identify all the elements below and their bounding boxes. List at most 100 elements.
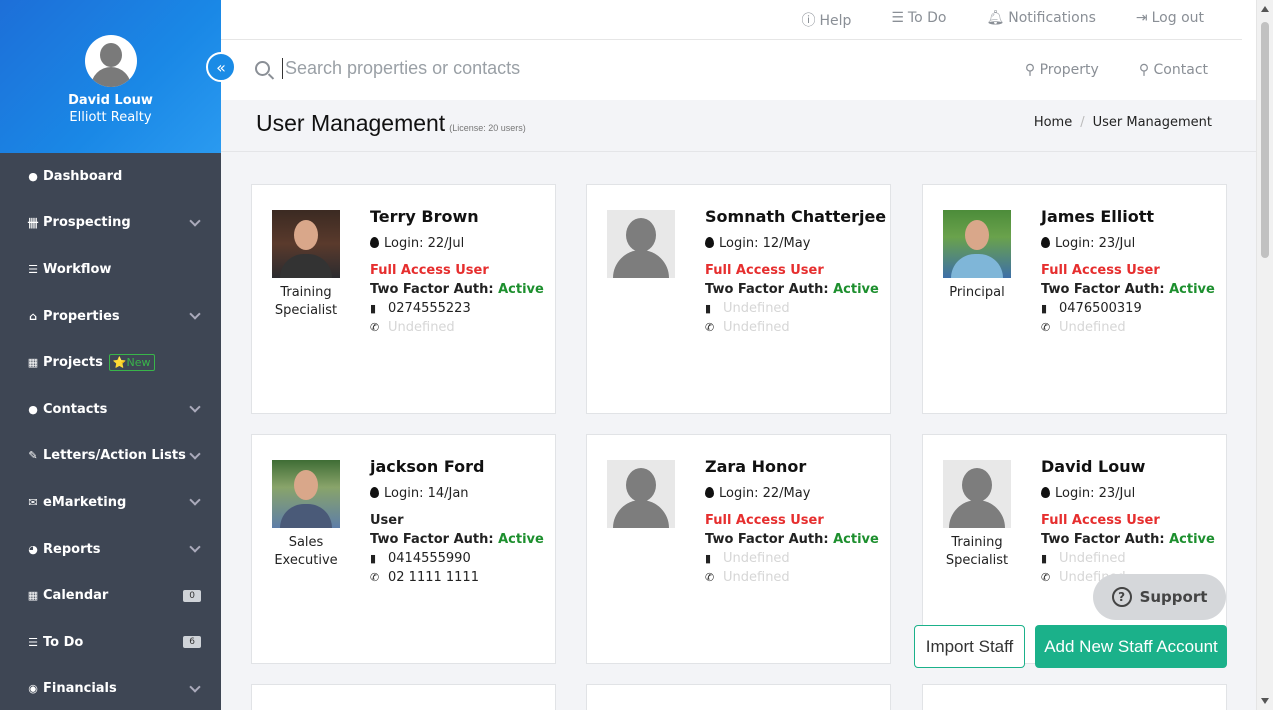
- count-badge: 6: [183, 636, 201, 649]
- import-staff-button[interactable]: Import Staff: [914, 625, 1025, 668]
- todo-link[interactable]: ☰ To Do: [891, 10, 946, 30]
- notifications-link[interactable]: 🔔︎ Notifications: [986, 10, 1095, 30]
- scroll-down-icon[interactable]: [1261, 698, 1269, 704]
- two-factor-status: Two Factor Auth: Active: [370, 532, 544, 547]
- search-icon: ⚲: [1138, 62, 1154, 78]
- sidebar-item-contacts[interactable]: ● Contacts: [0, 386, 221, 433]
- user-login: Login: 23/Jul: [1041, 234, 1215, 253]
- two-factor-status: Two Factor Auth: Active: [705, 282, 879, 297]
- mobile-line: ▮ 0414555990: [370, 551, 471, 566]
- mobile-icon: ▮: [1041, 552, 1048, 565]
- collapse-sidebar-button[interactable]: «: [206, 52, 236, 82]
- sidebar-item-workflow[interactable]: ☰ Workflow: [0, 246, 221, 293]
- access-level: Full Access User: [1041, 513, 1160, 528]
- phone-line: ✆ Undefined: [370, 320, 455, 335]
- calendar-icon: ▦: [27, 589, 39, 603]
- title-text: User Management: [256, 110, 446, 136]
- search-contact-button[interactable]: ⚲ Contact: [1139, 62, 1208, 78]
- scrollbar-thumb[interactable]: [1261, 22, 1269, 258]
- user-login: Login: 22/May: [705, 484, 879, 503]
- user-role: Sales Executive: [274, 535, 338, 568]
- user-name[interactable]: Somnath Chatterjee: [705, 207, 886, 226]
- sidebar-item-label: Workflow: [43, 261, 112, 277]
- top-header: ⓘHelp ☰To Do 🔔︎Notifications ⇥Log out ⚲ …: [221, 0, 1256, 100]
- sidebar-item-emarketing[interactable]: ✉ eMarketing: [0, 479, 221, 526]
- list-icon: ☰: [28, 262, 38, 276]
- page-title: User Management (License: 20 users): [256, 110, 526, 137]
- mobile-icon: ▮: [1041, 302, 1048, 315]
- notifications-label: Notifications: [1008, 10, 1096, 26]
- phone-line: ✆ Undefined: [1041, 320, 1126, 335]
- map-pin-icon: [1041, 237, 1050, 248]
- phone-line: ✆ 02 1111 1111: [370, 570, 479, 585]
- user-name[interactable]: James Elliott: [1041, 207, 1215, 226]
- sidebar-item-prospecting[interactable]: 卌 Prospecting: [0, 200, 221, 247]
- mobile-icon: ▮: [705, 552, 712, 565]
- user-login: Login: 22/Jul: [370, 234, 544, 253]
- user-icon: ●: [28, 402, 38, 416]
- user-card[interactable]: Sales Executive jackson Ford Login: 14/J…: [251, 434, 556, 664]
- user-photo-placeholder: [943, 460, 1011, 528]
- user-login: Login: 14/Jan: [370, 484, 544, 503]
- user-name[interactable]: Terry Brown: [370, 207, 544, 226]
- avatar[interactable]: [84, 35, 137, 87]
- search-property-button[interactable]: ⚲ Property: [1025, 62, 1099, 78]
- logout-label: Log out: [1151, 10, 1204, 26]
- mobile-icon: ▮: [370, 302, 377, 315]
- logout-link[interactable]: ⇥ Log out: [1136, 10, 1204, 30]
- info-icon: ⓘ: [801, 13, 816, 29]
- search-input[interactable]: [282, 58, 682, 79]
- sidebar-item-label: To Do: [43, 634, 84, 650]
- chevron-down-icon: [189, 447, 201, 460]
- user-card[interactable]: Somnath Chatterjee Login: 12/May Full Ac…: [586, 184, 891, 414]
- sidebar-item-label: Calendar: [43, 588, 109, 604]
- phone-icon: ✆: [1041, 571, 1051, 584]
- user-card[interactable]: [251, 684, 556, 710]
- envelope-icon: ✉: [28, 495, 38, 509]
- user-photo: [943, 210, 1011, 278]
- sidebar-item-letters[interactable]: ✎ Letters/Action Lists: [0, 433, 221, 480]
- scrollbar[interactable]: [1256, 0, 1273, 710]
- user-card[interactable]: Training Specialist Terry Brown Login: 2…: [251, 184, 556, 414]
- sidebar-item-financials[interactable]: ◉ Financials: [0, 666, 221, 710]
- user-name[interactable]: Zara Honor: [705, 457, 879, 476]
- sidebar-item-todo[interactable]: ☰ To Do 6: [0, 619, 221, 666]
- user-card[interactable]: [922, 684, 1227, 710]
- prospecting-icon: 卌: [27, 216, 39, 230]
- scroll-up-icon[interactable]: [1261, 6, 1269, 12]
- sidebar-item-label: Reports: [43, 541, 101, 557]
- sidebar-item-projects[interactable]: ▦ Projects ⭐New: [0, 339, 221, 386]
- user-name[interactable]: David Louw: [1041, 457, 1215, 476]
- help-label: Help: [819, 13, 852, 29]
- page-header: User Management (License: 20 users) Home /…: [221, 100, 1256, 152]
- dashboard-icon: ●: [28, 169, 38, 183]
- scope-label: Contact: [1153, 62, 1208, 78]
- chevron-down-icon: [189, 541, 201, 553]
- breadcrumb: Home / User Management: [1033, 115, 1212, 130]
- support-button[interactable]: ? Support: [1093, 574, 1226, 620]
- sidebar-item-properties[interactable]: ⌂ Properties: [0, 293, 221, 340]
- edit-icon: ✎: [28, 449, 38, 463]
- user-card[interactable]: Zara Honor Login: 22/May Full Access Use…: [586, 434, 891, 664]
- user-photo: [272, 460, 340, 528]
- sidebar-item-calendar[interactable]: ▦ Calendar 0: [0, 572, 221, 619]
- mobile-icon: ▮: [370, 552, 377, 565]
- money-icon: ◉: [28, 682, 38, 696]
- map-pin-icon: [705, 487, 714, 498]
- profile-panel: David Louw Elliott Realty: [0, 0, 221, 153]
- access-level: User: [370, 513, 404, 528]
- access-level: Full Access User: [370, 263, 489, 278]
- access-level: Full Access User: [705, 263, 824, 278]
- user-role: Training Specialist: [945, 535, 1009, 568]
- mobile-line: ▮ Undefined: [705, 301, 790, 316]
- help-circle-icon: ?: [1111, 587, 1132, 607]
- help-link[interactable]: ⓘ Help: [801, 10, 851, 30]
- sidebar-item-dashboard[interactable]: ● Dashboard: [0, 153, 221, 200]
- user-card[interactable]: Principal James Elliott Login: 23/Jul Fu…: [922, 184, 1227, 414]
- add-staff-button[interactable]: Add New Staff Account: [1035, 625, 1227, 668]
- sidebar-item-reports[interactable]: ◕ Reports: [0, 526, 221, 573]
- user-name[interactable]: jackson Ford: [370, 457, 544, 476]
- sidebar-item-label: Properties: [43, 308, 120, 324]
- breadcrumb-home[interactable]: Home: [1034, 115, 1072, 130]
- user-card[interactable]: [586, 684, 891, 710]
